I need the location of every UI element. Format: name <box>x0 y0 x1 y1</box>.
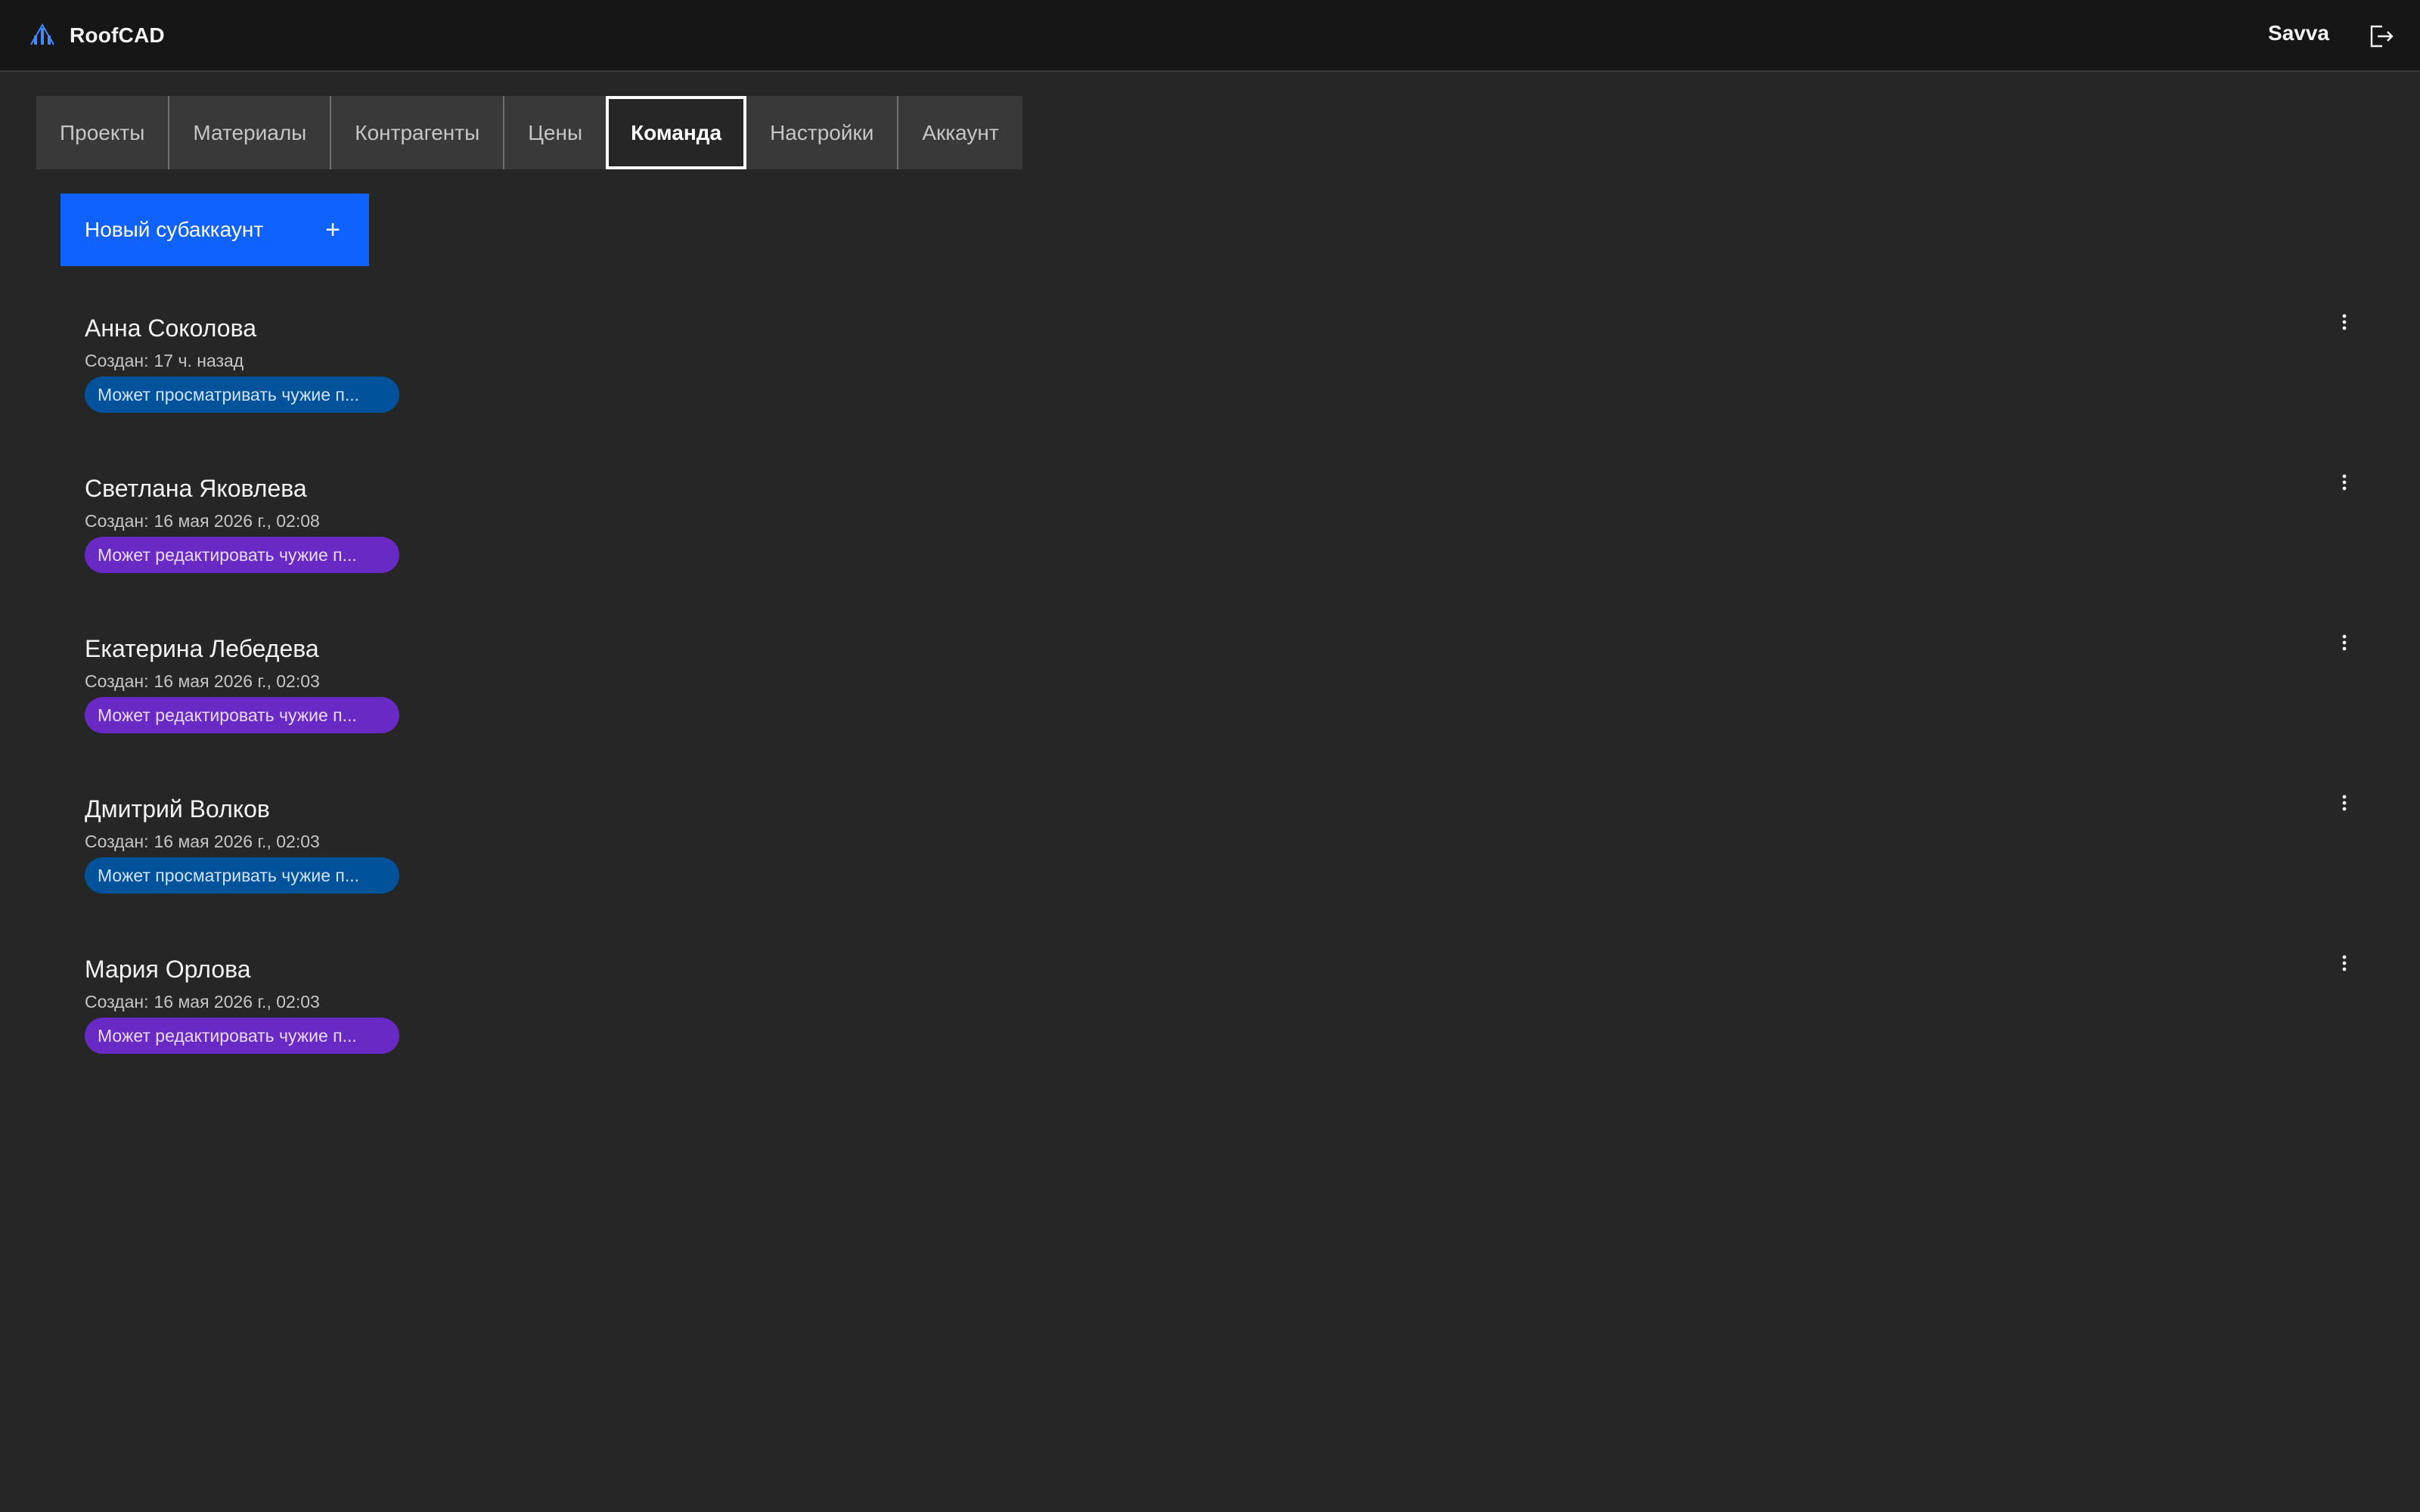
member-item: Анна Соколова Создан: 17 ч. назад Может п… <box>60 314 2360 458</box>
member-item: Дмитрий Волков Создан: 16 мая 2026 г., 02… <box>60 795 2360 939</box>
logout-icon <box>2370 25 2394 48</box>
member-name: Мария Орлова <box>85 956 251 983</box>
member-name: Екатерина Лебедева <box>85 635 319 662</box>
member-created: Создан: 16 мая 2026 г., 02:03 <box>85 992 320 1012</box>
permission-badge: Может редактировать чужие п... <box>85 537 399 573</box>
member-created: Создан: 17 ч. назад <box>85 351 244 371</box>
roofcad-logo-icon <box>30 23 54 45</box>
created-value: 17 ч. назад <box>154 351 244 370</box>
overflow-menu-vertical-icon <box>2342 795 2347 811</box>
member-created: Создан: 16 мая 2026 г., 02:08 <box>85 511 320 531</box>
created-label: Создан: <box>85 671 149 691</box>
member-item: Екатерина Лебедева Создан: 16 мая 2026 г.… <box>60 634 2360 779</box>
overflow-menu-vertical-icon <box>2342 955 2347 971</box>
tab-contractors[interactable]: Контрагенты <box>330 96 504 169</box>
created-value: 16 мая 2026 г., 02:08 <box>154 511 320 531</box>
new-subaccount-label: Новый субаккаунт <box>85 218 264 241</box>
brand-name: RoofCAD <box>70 23 165 47</box>
member-created: Создан: 16 мая 2026 г., 02:03 <box>85 832 320 852</box>
created-value: 16 мая 2026 г., 02:03 <box>154 832 320 851</box>
permission-badge: Может просматривать чужие п... <box>85 857 399 894</box>
user-name[interactable]: Savva <box>2268 21 2329 45</box>
tab-account[interactable]: Аккаунт <box>897 96 1022 169</box>
logout-button[interactable] <box>2364 20 2397 53</box>
created-label: Создан: <box>85 351 149 370</box>
created-label: Создан: <box>85 511 149 531</box>
member-name: Анна Соколова <box>85 314 256 342</box>
member-created: Создан: 16 мая 2026 г., 02:03 <box>85 671 320 692</box>
overflow-menu-vertical-icon <box>2342 474 2347 491</box>
member-menu-button[interactable] <box>2329 307 2360 337</box>
tab-team[interactable]: Команда <box>606 96 747 169</box>
tab-settings[interactable]: Настройки <box>746 96 898 169</box>
member-item: Светлана Яковлева Создан: 16 мая 2026 г.,… <box>60 474 2360 618</box>
overflow-menu-vertical-icon <box>2342 314 2347 330</box>
created-value: 16 мая 2026 г., 02:03 <box>154 671 320 691</box>
created-label: Создан: <box>85 992 149 1012</box>
permission-badge: Может редактировать чужие п... <box>85 697 399 733</box>
member-item: Мария Орлова Создан: 16 мая 2026 г., 02:0… <box>60 955 2360 1099</box>
plus-icon: + <box>325 215 340 244</box>
member-menu-button[interactable] <box>2329 627 2360 658</box>
tab-materials[interactable]: Материалы <box>168 96 330 169</box>
member-menu-button[interactable] <box>2329 788 2360 818</box>
brand[interactable]: RoofCAD <box>29 20 165 51</box>
permission-badge: Может редактировать чужие п... <box>85 1018 399 1054</box>
created-value: 16 мая 2026 г., 02:03 <box>154 992 320 1012</box>
main-tabs: Проекты Материалы Контрагенты Цены Коман… <box>36 96 1022 169</box>
app-header: RoofCAD Savva <box>0 0 2420 72</box>
tab-projects[interactable]: Проекты <box>36 96 169 169</box>
member-name: Светлана Яковлева <box>85 475 307 502</box>
member-menu-button[interactable] <box>2329 948 2360 978</box>
member-name: Дмитрий Волков <box>85 795 270 823</box>
created-label: Создан: <box>85 832 149 851</box>
tab-prices[interactable]: Цены <box>503 96 607 169</box>
new-subaccount-button[interactable]: Новый субаккаунт + <box>60 194 369 266</box>
member-menu-button[interactable] <box>2329 467 2360 497</box>
overflow-menu-vertical-icon <box>2342 634 2347 651</box>
permission-badge: Может просматривать чужие п... <box>85 376 399 413</box>
